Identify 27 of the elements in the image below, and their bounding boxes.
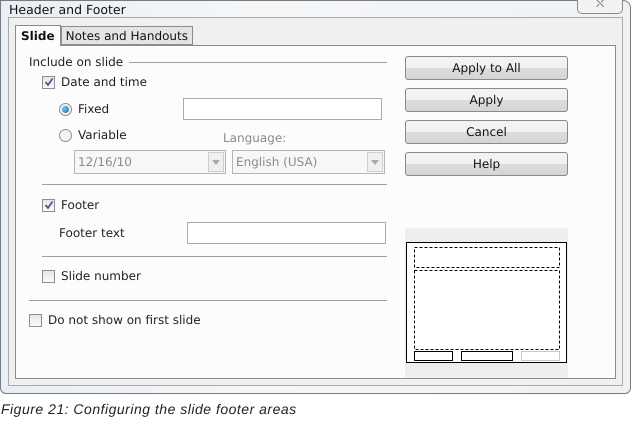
- radio-button[interactable]: [59, 128, 72, 142]
- dialog-button[interactable]: Apply: [405, 88, 568, 112]
- dropdown-value: 12/16/10: [78, 155, 132, 169]
- tab[interactable]: Notes and Handouts: [60, 26, 193, 45]
- dialog-button[interactable]: Apply to All: [405, 56, 568, 80]
- radio-label: Fixed: [78, 102, 110, 116]
- window-title: Header and Footer: [8, 2, 126, 16]
- checkbox[interactable]: [29, 314, 42, 326]
- tab[interactable]: Slide: [15, 25, 61, 46]
- radio-button[interactable]: [59, 102, 72, 116]
- checkbox[interactable]: [42, 270, 55, 282]
- checkbox-label: Slide number: [61, 269, 141, 283]
- fixed-date-field[interactable]: [183, 98, 382, 120]
- checkbox[interactable]: [42, 198, 55, 212]
- checkbox[interactable]: [42, 76, 55, 88]
- field-label: Footer text: [59, 226, 126, 240]
- checkbox-label: Date and time: [61, 75, 147, 89]
- dialog-button[interactable]: Cancel: [405, 120, 568, 144]
- radio-label: Variable: [78, 128, 128, 142]
- footer-text-field[interactable]: [187, 222, 386, 244]
- group-label: Include on slide: [29, 55, 124, 69]
- dialog-button[interactable]: Help: [405, 152, 568, 176]
- dropdown-value: English (USA): [236, 155, 318, 169]
- language-label: Language:: [223, 131, 286, 145]
- figure-caption: Figure 21: Configuring the slide footer areas: [0, 401, 298, 417]
- checkbox-label: Footer: [61, 198, 100, 212]
- checkbox-label: Do not show on first slide: [48, 313, 201, 327]
